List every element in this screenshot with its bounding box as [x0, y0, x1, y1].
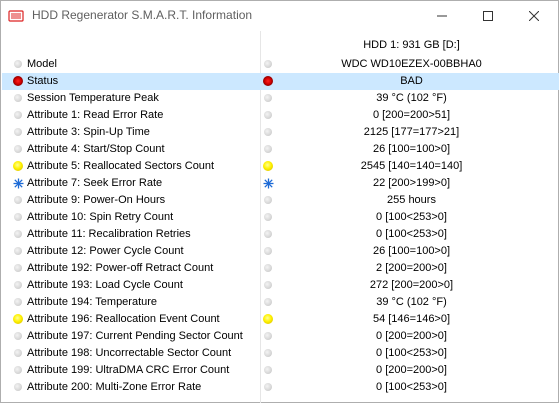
- attribute-name: Attribute 3: Spin-Up Time: [27, 126, 150, 138]
- window-title: HDD Regenerator S.M.A.R.T. Information: [32, 8, 253, 22]
- attribute-value: 54 [146=146>0]: [372, 313, 451, 325]
- attribute-name: Attribute 192: Power-off Retract Count: [27, 262, 214, 274]
- attribute-value: 22 [200>199>0]: [372, 177, 451, 189]
- ok-status-dot-icon: [14, 111, 22, 119]
- ok-status-dot-icon: [14, 332, 22, 340]
- table-row[interactable]: Attribute 1: Read Error Rate 0 [200=200>5…: [2, 107, 559, 124]
- table-row[interactable]: Attribute 193: Load Cycle Count 272 [200=…: [2, 277, 559, 294]
- table-row[interactable]: Session Temperature Peak 39 °C (102 °F): [2, 90, 559, 107]
- ok-status-dot-icon: [14, 213, 22, 221]
- attribute-value: 2545 [140=140=140]: [360, 160, 463, 172]
- attribute-value: 0 [200=200>0]: [376, 330, 447, 342]
- attribute-value: 272 [200=200>0]: [369, 279, 454, 291]
- attribute-name: Attribute 198: Uncorrectable Sector Coun…: [27, 347, 232, 359]
- ok-status-dot-icon: [14, 383, 22, 391]
- close-button[interactable]: [511, 1, 557, 30]
- attribute-value: 0 [100<253>0]: [376, 347, 447, 359]
- table-row[interactable]: Attribute 197: Current Pending Sector Co…: [2, 328, 559, 345]
- attribute-value: 26 [100=100>0]: [372, 245, 451, 257]
- attribute-name: Attribute 197: Current Pending Sector Co…: [27, 330, 243, 342]
- smart-info-window: HDD Regenerator S.M.A.R.T. Information H…: [0, 0, 559, 403]
- attribute-value: 0 [200=200>51]: [372, 109, 451, 121]
- drive-label: HDD 1: 931 GB [D:]: [363, 39, 460, 51]
- ok-status-dot-icon: [14, 145, 22, 153]
- table-row[interactable]: Attribute 5: Reallocated Sectors Count 25…: [2, 158, 559, 175]
- table-row[interactable]: Attribute 10: Spin Retry Count 0 [100<253…: [2, 209, 559, 226]
- attribute-value: 39 °C (102 °F): [376, 296, 447, 308]
- attribute-value: 0 [200=200>0]: [376, 364, 447, 376]
- attribute-name: Attribute 5: Reallocated Sectors Count: [27, 160, 215, 172]
- asterisk-status-icon: [13, 178, 24, 189]
- attribute-name: Attribute 9: Power-On Hours: [27, 194, 166, 206]
- attribute-value: 2 [200=200>0]: [376, 262, 447, 274]
- attribute-value: 0 [100<253>0]: [376, 228, 447, 240]
- table-row[interactable]: Attribute 192: Power-off Retract Count 2 …: [2, 260, 559, 277]
- attribute-name: Attribute 12: Power Cycle Count: [27, 245, 184, 257]
- attribute-name: Attribute 199: UltraDMA CRC Error Count: [27, 364, 230, 376]
- table-row[interactable]: Attribute 11: Recalibration Retries 0 [10…: [2, 226, 559, 243]
- table-row[interactable]: Attribute 200: Multi-Zone Error Rate 0 [1…: [2, 379, 559, 396]
- attribute-name: Attribute 196: Reallocation Event Count: [27, 313, 220, 325]
- ok-status-dot-icon: [14, 298, 22, 306]
- attribute-value: 0 [100<253>0]: [376, 381, 447, 393]
- attribute-value: 2125 [177=177>21]: [363, 126, 460, 138]
- smart-attributes-grid[interactable]: HDD 1: 931 GB [D:] Model WDC WD10EZEX-00B…: [2, 31, 559, 403]
- ok-status-dot-icon: [14, 247, 22, 255]
- table-row[interactable]: Attribute 199: UltraDMA CRC Error Count 0…: [2, 362, 559, 379]
- attribute-value: WDC WD10EZEX-00BBHA0: [341, 58, 482, 70]
- ok-status-dot-icon: [14, 281, 22, 289]
- attribute-name: Attribute 193: Load Cycle Count: [27, 279, 183, 291]
- table-row[interactable]: Attribute 9: Power-On Hours 255 hours: [2, 192, 559, 209]
- attribute-name: Attribute 200: Multi-Zone Error Rate: [27, 381, 202, 393]
- attribute-name: Attribute 4: Start/Stop Count: [27, 143, 165, 155]
- table-row[interactable]: Attribute 198: Uncorrectable Sector Coun…: [2, 345, 559, 362]
- table-row[interactable]: Attribute 7: Seek Error Rate 22 [200>199>…: [2, 175, 559, 192]
- ok-status-dot-icon: [14, 366, 22, 374]
- table-row[interactable]: Attribute 4: Start/Stop Count 26 [100=100…: [2, 141, 559, 158]
- attribute-name: Model: [27, 58, 57, 70]
- title-bar[interactable]: HDD Regenerator S.M.A.R.T. Information: [1, 1, 558, 30]
- attribute-value: 255 hours: [387, 194, 436, 206]
- table-row[interactable]: Attribute 194: Temperature 39 °C (102 °F): [2, 294, 559, 311]
- ok-status-dot-icon: [14, 60, 22, 68]
- hdd-regenerator-app-icon: [8, 10, 24, 22]
- attribute-value: 39 °C (102 °F): [376, 92, 447, 104]
- ok-status-dot-icon: [14, 94, 22, 102]
- attribute-value: 26 [100=100>0]: [372, 143, 451, 155]
- bad-status-dot-icon: [13, 76, 23, 86]
- attribute-name: Attribute 194: Temperature: [27, 296, 158, 308]
- minimize-icon: [437, 15, 447, 16]
- warning-status-dot-icon: [13, 314, 23, 324]
- attribute-name: Attribute 10: Spin Retry Count: [27, 211, 174, 223]
- attribute-value: 0 [100<253>0]: [376, 211, 447, 223]
- table-row[interactable]: Model WDC WD10EZEX-00BBHA0: [2, 56, 559, 73]
- table-row[interactable]: Attribute 196: Reallocation Event Count 5…: [2, 311, 559, 328]
- table-row[interactable]: Attribute 12: Power Cycle Count 26 [100=1…: [2, 243, 559, 260]
- maximize-icon: [483, 10, 493, 21]
- attribute-name: Session Temperature Peak: [27, 92, 159, 104]
- minimize-button[interactable]: [419, 1, 465, 30]
- table-row[interactable]: Attribute 3: Spin-Up Time 2125 [177=177>2…: [2, 124, 559, 141]
- maximize-button[interactable]: [465, 1, 511, 30]
- ok-status-dot-icon: [14, 349, 22, 357]
- warning-status-dot-icon: [13, 161, 23, 171]
- grid-header-row: HDD 1: 931 GB [D:]: [2, 31, 559, 57]
- close-icon: [529, 10, 539, 21]
- ok-status-dot-icon: [14, 196, 22, 204]
- attribute-name: Attribute 1: Read Error Rate: [27, 109, 164, 121]
- table-row[interactable]: Status BAD: [2, 73, 559, 90]
- ok-status-dot-icon: [14, 230, 22, 238]
- ok-status-dot-icon: [14, 128, 22, 136]
- attribute-name: Status: [27, 75, 59, 87]
- attribute-name: Attribute 11: Recalibration Retries: [27, 228, 191, 240]
- attribute-value: BAD: [400, 75, 423, 87]
- attribute-name: Attribute 7: Seek Error Rate: [27, 177, 163, 189]
- ok-status-dot-icon: [14, 264, 22, 272]
